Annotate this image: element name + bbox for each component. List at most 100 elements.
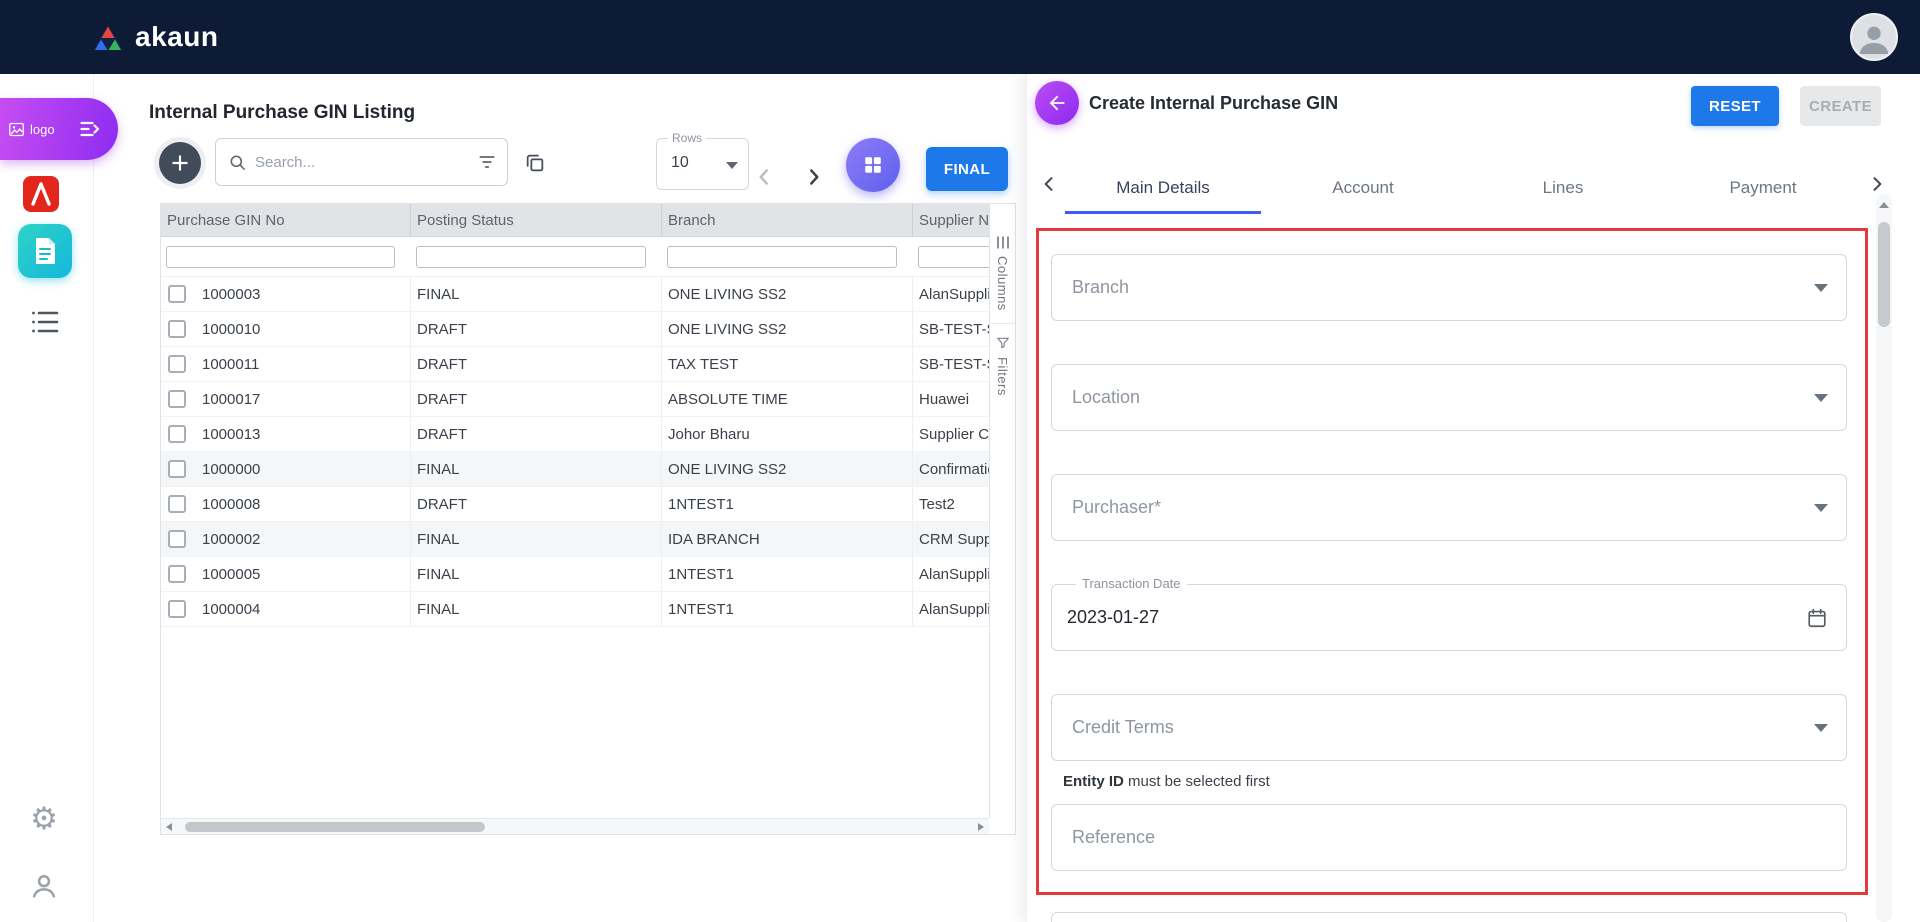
add-record-button[interactable] bbox=[159, 142, 201, 184]
row-checkbox[interactable] bbox=[168, 460, 186, 478]
scroll-up-arrow[interactable] bbox=[1879, 202, 1889, 208]
form-tab[interactable]: Main Details bbox=[1063, 162, 1263, 214]
credit-terms-select-field[interactable]: Credit Terms bbox=[1051, 694, 1847, 761]
calendar-icon[interactable] bbox=[1806, 607, 1828, 629]
purchaser-select-field[interactable]: Purchaser* bbox=[1051, 474, 1847, 541]
column-header[interactable]: Supplier Na bbox=[913, 204, 989, 236]
columns-panel-toggle[interactable]: Columns bbox=[990, 224, 1015, 323]
transaction-date-field[interactable]: Transaction Date 2023-01-27 bbox=[1051, 584, 1847, 651]
table-side-strip: Columns Filters bbox=[989, 204, 1015, 818]
form-tab[interactable]: Lines bbox=[1463, 162, 1663, 214]
table-row[interactable]: 1000008 DRAFT 1NTEST1 Test2 bbox=[161, 487, 989, 522]
table-row[interactable]: 1000005 FINAL 1NTEST1 AlanSupplie bbox=[161, 557, 989, 592]
form-tab[interactable]: Payment bbox=[1663, 162, 1863, 214]
table-row[interactable]: 1000013 DRAFT Johor Bharu Supplier C bbox=[161, 417, 989, 452]
dropdown-caret-icon bbox=[1814, 504, 1828, 512]
form-tab[interactable]: Account bbox=[1263, 162, 1463, 214]
cell-supplier: AlanSupplie bbox=[913, 557, 989, 591]
previous-page-chevron[interactable] bbox=[751, 164, 777, 190]
scroll-right-arrow[interactable] bbox=[978, 823, 984, 831]
logo-alt-text: logo bbox=[30, 122, 55, 137]
table-row[interactable]: 1000000 FINAL ONE LIVING SS2 Confirmatio bbox=[161, 452, 989, 487]
dropdown-caret-icon bbox=[1814, 284, 1828, 292]
gin-table-content: Purchase GIN NoPosting StatusBranchSuppl… bbox=[161, 204, 989, 818]
user-avatar[interactable] bbox=[1850, 13, 1898, 61]
tabs-scroll-right-chevron[interactable] bbox=[1867, 174, 1887, 194]
back-button[interactable] bbox=[1035, 81, 1079, 125]
row-checkbox[interactable] bbox=[168, 530, 186, 548]
gin-module-app-icon[interactable] bbox=[18, 224, 72, 278]
helper-bold-part: Entity ID bbox=[1063, 773, 1124, 790]
internal-purchase-gin-listing-panel: Internal Purchase GIN Listing bbox=[149, 74, 1016, 922]
table-row[interactable]: 1000011 DRAFT TAX TEST SB-TEST-SU bbox=[161, 347, 989, 382]
reset-button[interactable]: RESET bbox=[1691, 86, 1779, 126]
tab-label: Main Details bbox=[1116, 178, 1210, 198]
rows-per-page-select[interactable]: Rows 10 bbox=[656, 138, 749, 190]
column-filter-input[interactable] bbox=[416, 246, 646, 268]
search-input[interactable] bbox=[255, 154, 469, 171]
table-row[interactable]: 1000004 FINAL 1NTEST1 AlanSupplie bbox=[161, 592, 989, 627]
credit-terms-field-label: Credit Terms bbox=[1072, 717, 1174, 738]
row-checkbox[interactable] bbox=[168, 425, 186, 443]
column-header[interactable]: Posting Status bbox=[411, 204, 662, 236]
column-filter-input[interactable] bbox=[918, 246, 989, 268]
filter-list-icon[interactable] bbox=[477, 152, 497, 172]
brand-logo[interactable]: akaun bbox=[92, 21, 218, 53]
row-checkbox[interactable] bbox=[168, 390, 186, 408]
account-person-icon[interactable] bbox=[26, 868, 62, 904]
reference-input-field[interactable]: Reference bbox=[1051, 804, 1847, 871]
cell-supplier: CRM Suppli bbox=[913, 522, 989, 556]
collapse-sidebar-icon[interactable] bbox=[78, 117, 102, 141]
tab-label: Lines bbox=[1543, 178, 1584, 198]
row-checkbox[interactable] bbox=[168, 600, 186, 618]
posting-status-filter-button[interactable]: FINAL bbox=[926, 147, 1008, 191]
cell-gin-no: 1000000 bbox=[202, 461, 260, 478]
duplicate-pages-icon[interactable] bbox=[524, 152, 546, 174]
table-row[interactable]: 1000010 DRAFT ONE LIVING SS2 SB-TEST-SU bbox=[161, 312, 989, 347]
location-select-field[interactable]: Location bbox=[1051, 364, 1847, 431]
vertical-scrollbar-thumb[interactable] bbox=[1878, 222, 1890, 327]
branch-select-field[interactable]: Branch bbox=[1051, 254, 1847, 321]
table-header-row: Purchase GIN NoPosting StatusBranchSuppl… bbox=[161, 204, 989, 237]
cell-branch: 1NTEST1 bbox=[662, 487, 913, 521]
cell-posting-status: FINAL bbox=[411, 557, 662, 591]
table-row[interactable]: 1000002 FINAL IDA BRANCH CRM Suppli bbox=[161, 522, 989, 557]
next-page-chevron[interactable] bbox=[801, 164, 827, 190]
column-filter-input[interactable] bbox=[166, 246, 395, 268]
row-checkbox[interactable] bbox=[168, 565, 186, 583]
cell-posting-status: FINAL bbox=[411, 592, 662, 626]
scroll-left-arrow[interactable] bbox=[166, 823, 172, 831]
row-checkbox[interactable] bbox=[168, 495, 186, 513]
apps-grid-button[interactable] bbox=[846, 138, 900, 192]
app-root: akaun logo bbox=[0, 0, 1920, 922]
listing-menu-icon[interactable] bbox=[29, 308, 61, 336]
cell-posting-status: DRAFT bbox=[411, 487, 662, 521]
cell-gin-no-wrap: 1000004 bbox=[161, 592, 411, 626]
row-checkbox[interactable] bbox=[168, 285, 186, 303]
horizontal-scrollbar[interactable] bbox=[161, 818, 989, 834]
filters-panel-toggle[interactable]: Filters bbox=[990, 323, 1015, 408]
vertical-scrollbar[interactable] bbox=[1876, 194, 1892, 922]
row-checkbox[interactable] bbox=[168, 320, 186, 338]
table-row[interactable]: 1000003 FINAL ONE LIVING SS2 AlanSupplie bbox=[161, 277, 989, 312]
sidebar-logo-pill[interactable]: logo bbox=[0, 98, 118, 160]
horizontal-scrollbar-thumb[interactable] bbox=[185, 822, 485, 832]
create-button[interactable]: CREATE bbox=[1800, 86, 1881, 126]
column-header[interactable]: Branch bbox=[662, 204, 913, 236]
transaction-date-label: Transaction Date bbox=[1076, 576, 1187, 591]
column-header[interactable]: Purchase GIN No bbox=[161, 204, 411, 236]
cell-gin-no-wrap: 1000013 bbox=[161, 417, 411, 451]
location-field-label: Location bbox=[1072, 387, 1140, 408]
pdf-app-icon[interactable] bbox=[21, 174, 61, 214]
cell-branch: TAX TEST bbox=[662, 347, 913, 381]
settings-gear-icon[interactable]: ⚙ bbox=[26, 800, 62, 836]
cell-supplier: SB-TEST-SU bbox=[913, 312, 989, 346]
tabs-scroll-left-chevron[interactable] bbox=[1039, 174, 1059, 194]
table-row[interactable]: 1000017 DRAFT ABSOLUTE TIME Huawei bbox=[161, 382, 989, 417]
person-silhouette-icon bbox=[1854, 19, 1894, 59]
column-filter-input[interactable] bbox=[667, 246, 897, 268]
cell-supplier: Test2 bbox=[913, 487, 989, 521]
credit-terms-helper-text: Entity ID must be selected first bbox=[1063, 773, 1270, 790]
cell-gin-no-wrap: 1000003 bbox=[161, 277, 411, 311]
row-checkbox[interactable] bbox=[168, 355, 186, 373]
